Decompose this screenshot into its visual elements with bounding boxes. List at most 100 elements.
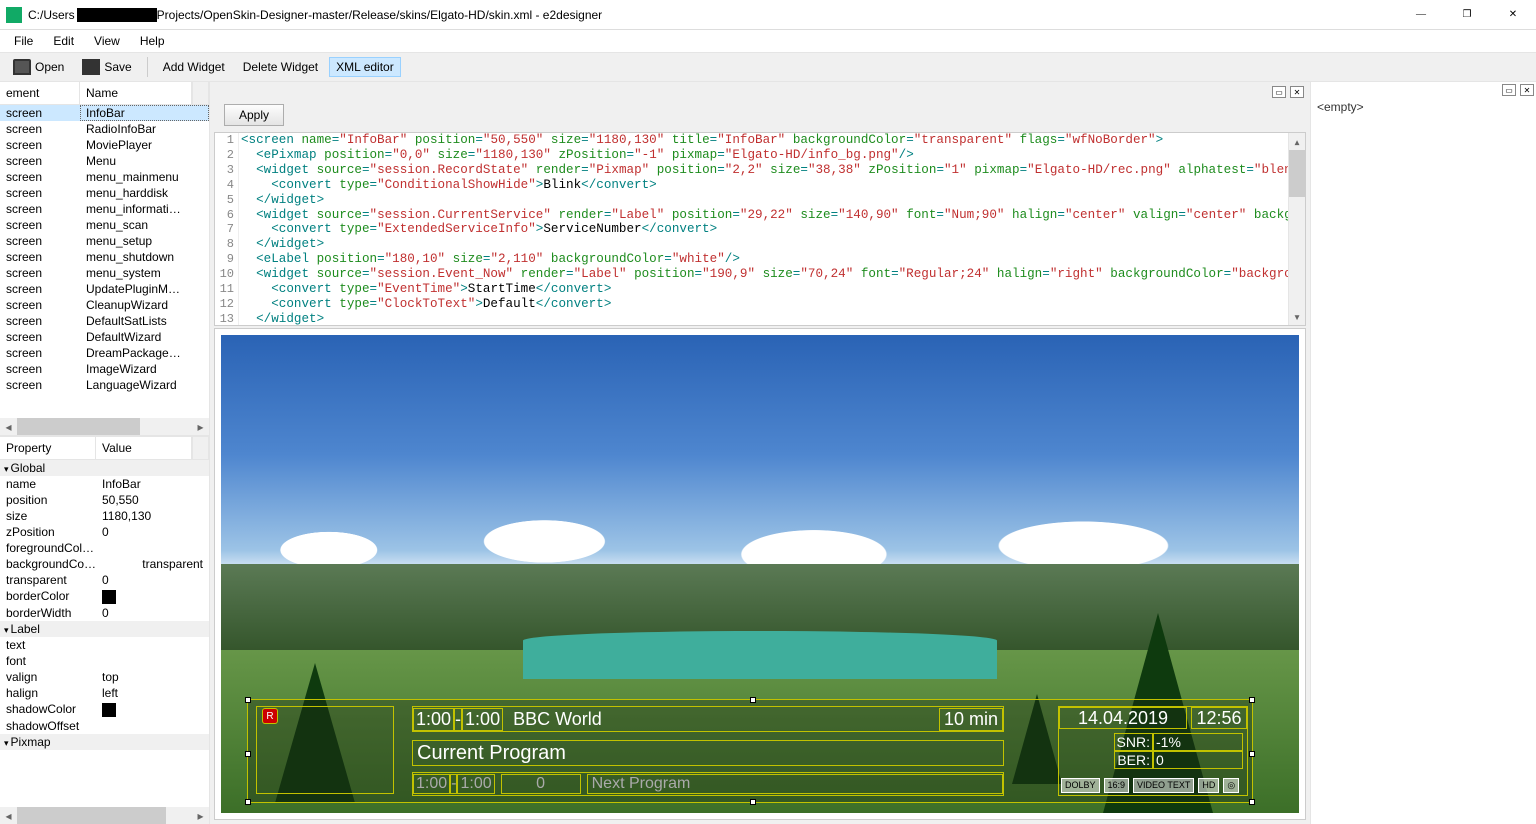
osd-next-program: Next Program [587,774,1003,794]
open-label: Open [35,60,64,74]
editor-dock-bar: ▭ ✕ [214,86,1306,98]
folder-open-icon [13,59,31,75]
prop-borderwidth: borderWidth0 [0,605,209,621]
scroll-left-icon[interactable]: ◂ [0,418,17,435]
group-global[interactable]: Global [0,460,209,476]
save-button[interactable]: Save [75,56,138,78]
title-bar: C:/Users Projects/OpenSkin-Designer-mast… [0,0,1536,30]
scroll-down-icon[interactable]: ▾ [1289,308,1305,325]
osd-now-end: 1:00 [462,708,503,731]
screen-row[interactable]: screenRadioInfoBar [0,121,209,137]
screen-row[interactable]: screenmenu_scan [0,217,209,233]
left-column: ement Name screenInfoBarscreenRadioInfoB… [0,82,210,824]
screens-col-name[interactable]: Name [80,82,192,104]
screen-row[interactable]: screenDefaultSatLists [0,313,209,329]
window-title: C:/Users Projects/OpenSkin-Designer-mast… [28,8,1398,22]
screens-hscroll[interactable]: ◂ ▸ [0,418,209,435]
screen-row[interactable]: screenmenu_system [0,265,209,281]
osd-next-start: 1:00 [413,774,450,794]
screen-row[interactable]: screenDreamPackage… [0,345,209,361]
screen-row[interactable]: screenmenu_informati… [0,201,209,217]
delete-widget-label: Delete Widget [243,60,318,74]
videotext-icon: VIDEO TEXT [1133,778,1194,793]
osd-current-program[interactable]: Current Program [412,740,1004,766]
screen-row[interactable]: screenInfoBar [0,105,209,121]
menu-view[interactable]: View [84,32,130,50]
dock-float-icon[interactable]: ▭ [1502,84,1516,96]
window-minimize-button[interactable]: — [1398,0,1444,30]
screen-row[interactable]: screenMenu [0,153,209,169]
scroll-thumb[interactable] [1289,150,1305,197]
osd-next-row[interactable]: 1:00 - 1:00 0 Next Program [412,772,1004,796]
dock-close-icon[interactable]: ✕ [1290,86,1304,98]
save-label: Save [104,60,131,74]
dock-close-icon[interactable]: ✕ [1520,84,1534,96]
right-dock-bar: ▭ ✕ [1311,82,1536,98]
apply-button[interactable]: Apply [224,104,284,126]
skin-preview[interactable]: R 1:00 - 1:00 BBC World 10 min Current P… [214,328,1306,820]
osd-now-row[interactable]: 1:00 - 1:00 BBC World 10 min [412,706,1004,732]
screen-row[interactable]: screenmenu_mainmenu [0,169,209,185]
osd-date: 14.04.2019 [1059,707,1187,729]
screen-row[interactable]: screenUpdatePluginM… [0,281,209,297]
menu-file[interactable]: File [4,32,43,50]
scroll-right-icon[interactable]: ▸ [192,418,209,435]
dolby-icon: DOLBY [1061,778,1100,793]
delete-widget-button[interactable]: Delete Widget [236,57,325,77]
osd-ber: BER:0 [1114,751,1243,769]
center-area: ▭ ✕ Apply 1 2 3 4 5 6 7 8 9 10 11 12 13 … [210,82,1310,824]
menu-help[interactable]: Help [130,32,175,50]
window-maximize-button[interactable]: ❐ [1444,0,1490,30]
prop-position: position50,550 [0,492,209,508]
xml-editor-label: XML editor [336,60,394,74]
screens-col-element[interactable]: ement [0,82,80,104]
menu-bar: File Edit View Help [0,30,1536,52]
osd-right-block[interactable]: 14.04.2019 12:56 SNR:-1% BER:0 DOLBY 16:… [1058,706,1248,796]
title-prefix: C:/Users [28,8,75,22]
osd-record-indicator[interactable]: R [262,708,278,724]
prop-zposition: zPosition0 [0,524,209,540]
code-vscroll[interactable]: ▴ ▾ [1288,133,1305,325]
screen-row[interactable]: screenDefaultWizard [0,329,209,345]
scroll-thumb[interactable] [17,418,140,435]
group-label[interactable]: Label [0,621,209,637]
screens-body[interactable]: screenInfoBarscreenRadioInfoBarscreenMov… [0,105,209,418]
properties-body[interactable]: Global nameInfoBar position50,550 size11… [0,460,209,807]
scroll-thumb[interactable] [17,807,166,824]
screen-row[interactable]: screenmenu_harddisk [0,185,209,201]
screen-row[interactable]: screenLanguageWizard [0,377,209,393]
menu-edit[interactable]: Edit [43,32,84,50]
osd-duration: 10 min [939,708,1003,731]
osd-dash: - [450,774,457,794]
right-dock: ▭ ✕ <empty> [1310,82,1536,824]
xml-editor[interactable]: 1 2 3 4 5 6 7 8 9 10 11 12 13 <screen na… [214,132,1306,326]
screen-row[interactable]: screenmenu_shutdown [0,249,209,265]
color-swatch [102,590,116,604]
dock-float-icon[interactable]: ▭ [1272,86,1286,98]
screen-row[interactable]: screenImageWizard [0,361,209,377]
xml-editor-button[interactable]: XML editor [329,57,401,77]
open-button[interactable]: Open [6,56,71,78]
osd-now-start: 1:00 [413,708,454,731]
props-col-property[interactable]: Property [0,437,96,459]
save-icon [82,59,100,75]
toolbar-separator [147,57,148,77]
screen-row[interactable]: screenmenu_setup [0,233,209,249]
scroll-left-icon[interactable]: ◂ [0,807,17,824]
osd-snr: SNR:-1% [1114,733,1243,751]
main-area: ement Name screenInfoBarscreenRadioInfoB… [0,82,1536,824]
add-widget-button[interactable]: Add Widget [156,57,232,77]
code-lines[interactable]: <screen name="InfoBar" position="50,550"… [239,133,1305,325]
props-col-value[interactable]: Value [96,437,192,459]
scroll-up-icon[interactable]: ▴ [1289,133,1305,150]
prop-valign: valigntop [0,669,209,685]
window-close-button[interactable]: ✕ [1490,0,1536,30]
osd-clock: 12:56 [1191,707,1247,729]
group-pixmap[interactable]: Pixmap [0,734,209,750]
scroll-right-icon[interactable]: ▸ [192,807,209,824]
osd-infobar[interactable]: R 1:00 - 1:00 BBC World 10 min Current P… [247,699,1253,803]
screen-row[interactable]: screenMoviePlayer [0,137,209,153]
screens-scroll-header [192,82,209,104]
screen-row[interactable]: screenCleanupWizard [0,297,209,313]
props-hscroll[interactable]: ◂ ▸ [0,807,209,824]
